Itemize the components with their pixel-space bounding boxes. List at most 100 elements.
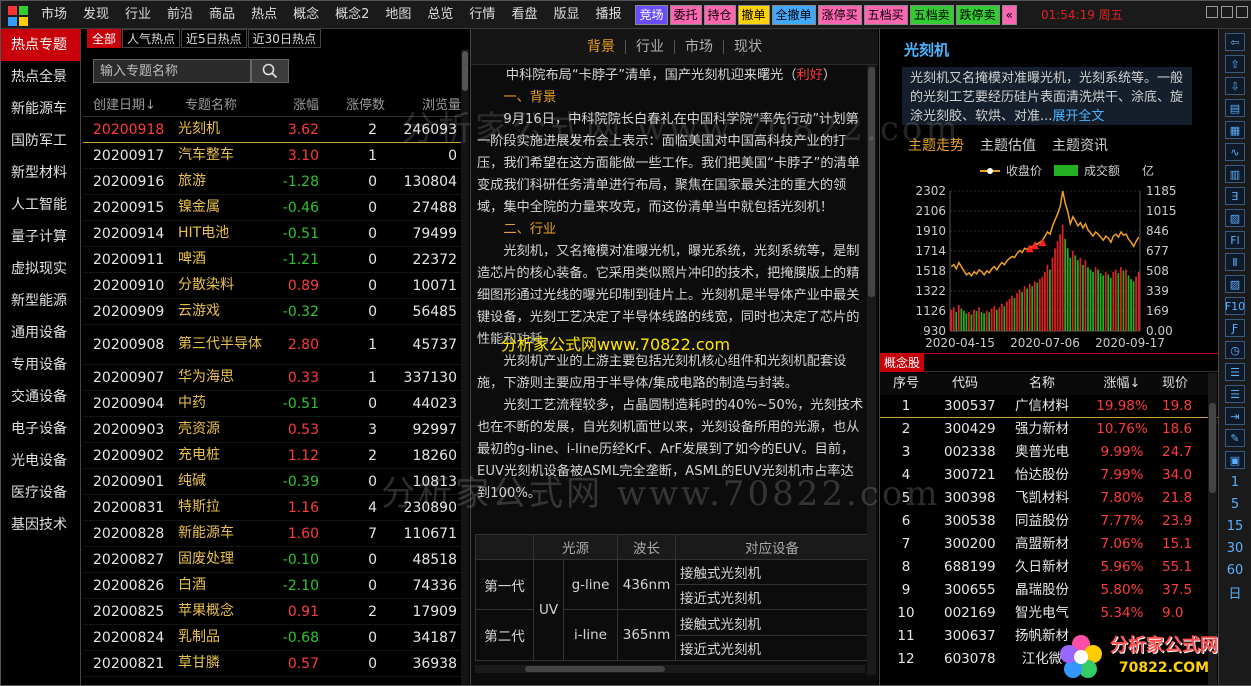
header-no[interactable]: 序号: [880, 373, 932, 395]
header-limit-count[interactable]: 涨停数: [323, 95, 385, 116]
stock-name[interactable]: 晶瑞股份: [1002, 579, 1082, 602]
stock-row[interactable]: 3 002338 奥普光电 9.99% 24.7: [880, 441, 1218, 464]
topic-name[interactable]: 镍金属: [171, 199, 267, 216]
topic-name[interactable]: 中药: [171, 395, 267, 412]
table-row[interactable]: 20200821 草甘膦 0.57 0 36938: [83, 651, 461, 677]
nav-item[interactable]: 专用设备: [1, 349, 80, 381]
stock-name[interactable]: 高盟新材: [1002, 533, 1082, 556]
toolbar-tool-icon[interactable]: Ⅱ: [1225, 253, 1245, 271]
stock-name[interactable]: 智光电气: [1002, 602, 1082, 625]
topic-tab[interactable]: 近30日热点: [247, 29, 321, 48]
nav-item[interactable]: 基因技术: [1, 509, 80, 541]
menu-item[interactable]: 前沿: [159, 1, 201, 29]
quick-button[interactable]: 跌停卖: [955, 4, 1000, 25]
stock-row[interactable]: 8 688199 久日新材 5.96% 55.1: [880, 556, 1218, 579]
toolbar-tool-icon[interactable]: ◷: [1225, 341, 1245, 359]
header-date[interactable]: 创建日期↓: [83, 95, 171, 116]
quick-button[interactable]: 五档买: [863, 4, 908, 25]
article-tab[interactable]: 现状: [724, 40, 772, 54]
menu-item[interactable]: 行情: [461, 1, 503, 29]
topic-name[interactable]: 旅游: [171, 173, 267, 190]
table-row[interactable]: 20200915 镍金属 -0.46 0 27488: [83, 195, 461, 221]
menu-item[interactable]: 商品: [201, 1, 243, 29]
table-row[interactable]: 20200825 苹果概念 0.91 2 17909: [83, 599, 461, 625]
scroll-thumb[interactable]: [462, 51, 468, 91]
toolbar-tool-icon[interactable]: 5: [1225, 495, 1245, 513]
nav-item[interactable]: 新型材料: [1, 157, 80, 189]
menu-item[interactable]: 概念: [285, 1, 327, 29]
quick-button[interactable]: 五档卖: [909, 4, 954, 25]
close-icon[interactable]: [1236, 6, 1248, 18]
topic-tab[interactable]: 近5日热点: [181, 29, 247, 48]
nav-item[interactable]: 量子计算: [1, 221, 80, 253]
table-row[interactable]: 20200827 固废处理 -0.10 0 48518: [83, 547, 461, 573]
toolbar-tool-icon[interactable]: ▤: [1225, 99, 1245, 117]
header-code[interactable]: 代码: [932, 373, 1002, 395]
table-row[interactable]: 20200911 啤酒 -1.21 0 22372: [83, 247, 461, 273]
quick-button[interactable]: «: [1001, 4, 1017, 25]
detail-tab[interactable]: 主题估值: [980, 135, 1036, 155]
quick-button[interactable]: 竞场: [635, 4, 668, 25]
topic-name[interactable]: 光刻机: [171, 121, 267, 138]
nav-item[interactable]: 交通设备: [1, 381, 80, 413]
table-row[interactable]: 20200903 壳资源 0.53 3 92997: [83, 417, 461, 443]
stock-row[interactable]: 2 300429 强力新材 10.76% 18.6: [880, 418, 1218, 441]
stock-name[interactable]: 同益股份: [1002, 510, 1082, 533]
table-row[interactable]: 20200909 云游戏 -0.32 0 56485: [83, 299, 461, 325]
quick-button[interactable]: 涨停买: [817, 4, 862, 25]
topic-name[interactable]: 白酒: [171, 577, 267, 594]
menu-item[interactable]: 地图: [377, 1, 419, 29]
toolbar-tool-icon[interactable]: Ƒ: [1225, 319, 1245, 337]
toolbar-tool-icon[interactable]: ▨: [1225, 275, 1245, 293]
concept-stock-tab[interactable]: 概念股: [880, 354, 925, 372]
menu-item[interactable]: 热点: [243, 1, 285, 29]
topic-tab[interactable]: 全部: [87, 29, 122, 48]
topic-name[interactable]: HIT电池: [171, 225, 267, 242]
menu-item[interactable]: 总览: [419, 1, 461, 29]
table-row[interactable]: 20200824 乳制品 -0.68 0 34187: [83, 625, 461, 651]
quick-button[interactable]: 持仓: [703, 4, 736, 25]
topic-name[interactable]: 纯碱: [171, 473, 267, 490]
toolbar-tool-icon[interactable]: F10: [1225, 297, 1245, 315]
table-row[interactable]: 20200826 白酒 -2.10 0 74336: [83, 573, 461, 599]
menu-item[interactable]: 播报: [587, 1, 629, 29]
stock-name[interactable]: 强力新材: [1002, 418, 1082, 441]
menu-item[interactable]: 市场: [33, 1, 75, 29]
header-change[interactable]: 涨幅: [267, 95, 323, 116]
stock-row[interactable]: 1 300537 广信材料 19.98% 19.8: [880, 395, 1218, 418]
nav-item[interactable]: 热点全景: [1, 61, 80, 93]
article-hscrollbar[interactable]: [475, 665, 865, 673]
scroll-thumb[interactable]: [525, 666, 665, 672]
nav-item[interactable]: 国防军工: [1, 125, 80, 157]
toolbar-tool-icon[interactable]: ▧: [1225, 209, 1245, 227]
stock-name[interactable]: 怡达股份: [1002, 464, 1082, 487]
stock-name[interactable]: 奥普光电: [1002, 441, 1082, 464]
topic-name[interactable]: 固废处理: [171, 551, 267, 568]
header-name[interactable]: 名称: [1002, 373, 1082, 395]
topic-search-input[interactable]: [93, 59, 251, 83]
nav-item[interactable]: 医疗设备: [1, 477, 80, 509]
quick-button[interactable]: 全撤单: [771, 4, 816, 25]
article-tab[interactable]: 行业: [626, 39, 675, 54]
toolbar-tool-icon[interactable]: ✎: [1225, 429, 1245, 447]
quick-button[interactable]: 撤单: [737, 4, 770, 25]
toolbar-tool-icon[interactable]: ⇦: [1225, 33, 1245, 51]
toolbar-tool-icon[interactable]: 15: [1225, 517, 1245, 535]
topic-name[interactable]: 啤酒: [171, 251, 267, 268]
toolbar-tool-icon[interactable]: ▣: [1225, 451, 1245, 469]
toolbar-tool-icon[interactable]: 30: [1225, 539, 1245, 557]
minimize-icon[interactable]: [1206, 6, 1218, 18]
article-tab[interactable]: 背景: [577, 39, 626, 54]
topic-name[interactable]: 乳制品: [171, 629, 267, 646]
toolbar-tool-icon[interactable]: ☰: [1225, 363, 1245, 381]
scroll-thumb[interactable]: [1209, 403, 1216, 493]
toolbar-tool-icon[interactable]: ⇩: [1225, 77, 1245, 95]
article-tab[interactable]: 市场: [675, 39, 724, 54]
nav-item[interactable]: 虚拟现实: [1, 253, 80, 285]
toolbar-tool-icon[interactable]: 60: [1225, 561, 1245, 579]
stock-name[interactable]: 广信材料: [1002, 395, 1082, 417]
topic-tab[interactable]: 人气热点: [122, 29, 181, 48]
toolbar-tool-icon[interactable]: ⇧: [1225, 55, 1245, 73]
toolbar-tool-icon[interactable]: ⇥: [1225, 407, 1245, 425]
quick-button[interactable]: 委托: [669, 4, 702, 25]
